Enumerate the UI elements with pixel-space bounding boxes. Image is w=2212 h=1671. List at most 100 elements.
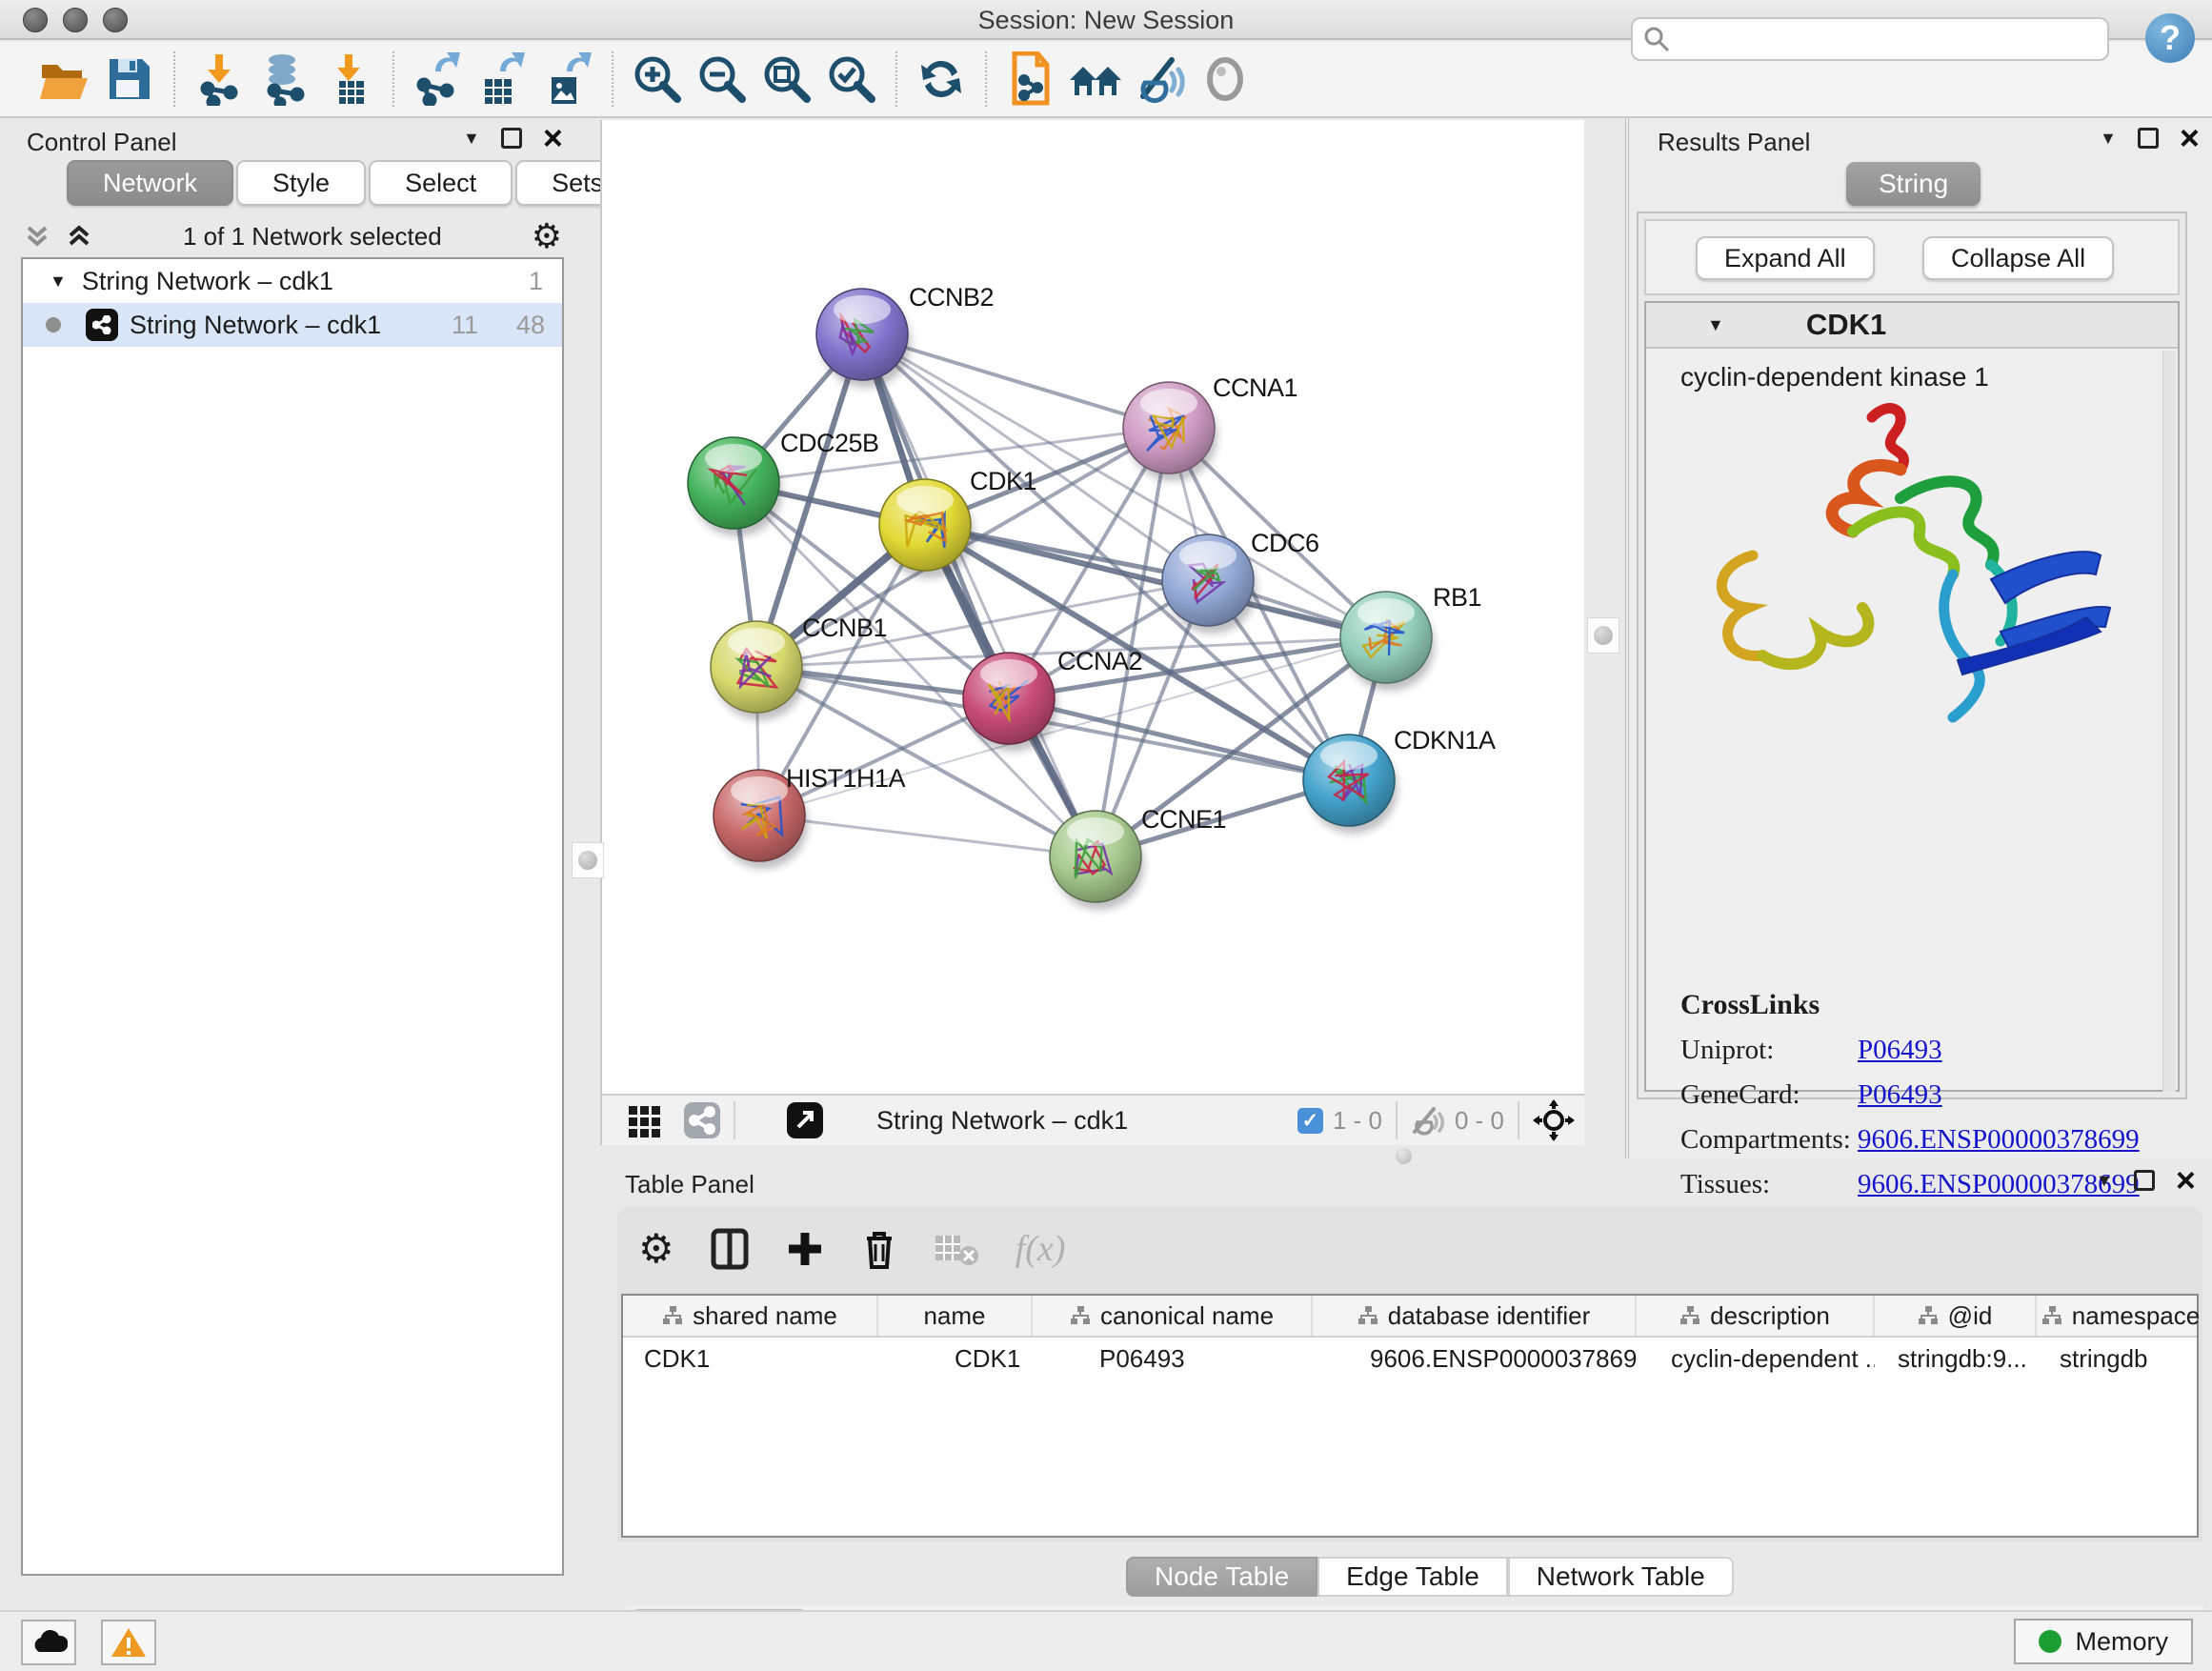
results-panel-close-icon[interactable]: × — [2180, 128, 2200, 149]
zoom-fit-icon[interactable] — [759, 51, 814, 107]
export-table-icon[interactable] — [475, 51, 531, 107]
open-session-icon[interactable] — [37, 51, 92, 107]
network-node-CDC25B[interactable] — [688, 437, 782, 536]
column-header[interactable]: shared name — [623, 1296, 878, 1336]
fit-crosshair-icon[interactable] — [1533, 1099, 1575, 1141]
zoom-in-icon[interactable] — [630, 51, 685, 107]
share-network-file-icon[interactable] — [1003, 51, 1058, 107]
import-network-icon[interactable] — [191, 51, 247, 107]
results-panel-float-icon[interactable] — [2138, 128, 2159, 149]
column-header[interactable]: @id — [1875, 1296, 2037, 1336]
expand-all-icon[interactable] — [65, 222, 93, 251]
collapse-all-button[interactable]: Collapse All — [1922, 236, 2114, 280]
control-panel-menu-icon[interactable]: ▼ — [463, 129, 480, 149]
import-database-icon[interactable] — [256, 51, 312, 107]
node-label-CCNA1: CCNA1 — [1213, 373, 1297, 402]
memory-button[interactable]: Memory — [2014, 1619, 2193, 1664]
eye-icon[interactable] — [1197, 51, 1253, 107]
refresh-icon[interactable] — [914, 51, 969, 107]
crosslink-label: Compartments: — [1680, 1124, 1858, 1156]
delete-icon[interactable] — [861, 1227, 897, 1271]
warning-icon[interactable] — [101, 1620, 156, 1665]
zoom-selected-icon[interactable] — [824, 51, 879, 107]
column-header[interactable]: name — [878, 1296, 1033, 1336]
columns-icon[interactable] — [711, 1228, 749, 1270]
export-view-icon[interactable] — [787, 1102, 823, 1138]
crosslink-compartments-link[interactable]: 9606.ENSP00000378699 — [1858, 1124, 2140, 1156]
search-box[interactable] — [1631, 17, 2109, 61]
gear-icon[interactable]: ⚙ — [638, 1229, 674, 1269]
control-panel-float-icon[interactable] — [501, 128, 522, 149]
save-session-icon[interactable] — [102, 51, 157, 107]
protein-collapse-icon[interactable]: ▼ — [1707, 315, 1724, 335]
crosslink-genecard-link[interactable]: P06493 — [1858, 1079, 1942, 1111]
protein-card: ▼ CDK1 cyclin-dependent kinase 1 — [1644, 301, 2180, 1092]
export-image-icon[interactable] — [540, 51, 595, 107]
table-panel-menu-icon[interactable]: ▼ — [2096, 1171, 2113, 1191]
tab-network-table[interactable]: Network Table — [1508, 1557, 1734, 1597]
network-collection-row[interactable]: ▼ String Network – cdk1 1 — [23, 259, 562, 303]
horizontal-splitter-handle[interactable] — [1396, 1148, 1412, 1164]
column-header[interactable]: description — [1637, 1296, 1875, 1336]
results-scrollbar[interactable] — [2162, 351, 2176, 1092]
network-node-CDK1[interactable] — [879, 479, 974, 578]
import-table-icon[interactable] — [321, 51, 376, 107]
collection-expand-icon[interactable]: ▼ — [50, 272, 67, 292]
table-panel-float-icon[interactable] — [2134, 1170, 2155, 1191]
network-node-CCNA2[interactable] — [963, 653, 1057, 752]
string-home-icon[interactable] — [1068, 51, 1123, 107]
help-icon[interactable]: ? — [2145, 13, 2195, 63]
tab-select[interactable]: Select — [369, 160, 513, 206]
memory-status-dot — [2039, 1630, 2061, 1653]
table-panel-close-icon[interactable]: × — [2176, 1170, 2196, 1191]
node-label-CCNB2: CCNB2 — [909, 283, 994, 312]
hidden-eye-icon[interactable] — [1411, 1105, 1445, 1136]
network-node-CCNB1[interactable] — [711, 621, 805, 720]
results-panel: Results Panel ▼ × String Expand All Coll… — [1625, 118, 2212, 1158]
control-panel-close-icon[interactable]: × — [543, 128, 563, 149]
network-canvas[interactable]: CCNB2CCNA1CDC25BCDK1CDC6RB1CCNB1CCNA2CDK… — [600, 120, 1584, 1094]
left-splitter-handle[interactable] — [572, 842, 604, 878]
tab-string[interactable]: String — [1846, 162, 1981, 206]
node-label-CDKN1A: CDKN1A — [1394, 726, 1496, 755]
network-node-CCNE1[interactable] — [1050, 811, 1144, 910]
table-row[interactable]: CDK1 CDK1 P06493 9606.ENSP00000378699 cy… — [623, 1338, 2197, 1379]
crosslinks-heading: CrossLinks — [1680, 989, 2140, 1021]
expand-all-button[interactable]: Expand All — [1696, 236, 1875, 280]
selected-counts: 1 - 0 — [1333, 1106, 1382, 1136]
add-column-icon[interactable] — [785, 1229, 825, 1269]
network-node-CDKN1A[interactable] — [1303, 735, 1398, 834]
export-network-icon[interactable] — [411, 51, 466, 107]
tab-edge-table[interactable]: Edge Table — [1317, 1557, 1508, 1597]
column-header[interactable]: database identifier — [1313, 1296, 1637, 1336]
tab-node-table[interactable]: Node Table — [1126, 1557, 1317, 1597]
network-options-gear-icon[interactable]: ⚙ — [532, 219, 562, 253]
network-edge-count: 48 — [478, 311, 545, 340]
cloud-icon[interactable] — [21, 1620, 76, 1665]
right-splitter-handle[interactable] — [1587, 617, 1619, 654]
tab-style[interactable]: Style — [236, 160, 366, 206]
column-header[interactable]: namespace — [2037, 1296, 2204, 1336]
selected-checkbox[interactable]: ✓ — [1297, 1108, 1323, 1134]
results-panel-menu-icon[interactable]: ▼ — [2100, 129, 2117, 149]
search-icon — [1642, 25, 1671, 53]
network-node-RB1[interactable] — [1340, 592, 1435, 691]
search-input[interactable] — [1671, 26, 2081, 52]
tab-network[interactable]: Network — [67, 160, 233, 206]
crosslink-uniprot-link[interactable]: P06493 — [1858, 1035, 1942, 1066]
network-node-CDC6[interactable] — [1162, 534, 1257, 634]
network-row[interactable]: String Network – cdk1 11 48 — [23, 303, 562, 347]
node-label-CCNE1: CCNE1 — [1141, 805, 1226, 834]
delete-table-icon[interactable] — [934, 1230, 979, 1268]
current-network-name: String Network – cdk1 — [876, 1106, 1128, 1136]
network-edge-CCNE1-HIST1H1A[interactable] — [759, 815, 1096, 856]
column-header[interactable]: canonical name — [1033, 1296, 1313, 1336]
collapse-all-icon[interactable] — [23, 222, 51, 251]
zoom-out-icon[interactable] — [694, 51, 750, 107]
grid-view-icon[interactable] — [627, 1102, 663, 1138]
share-view-icon[interactable] — [684, 1102, 720, 1138]
node-label-CDC6: CDC6 — [1251, 529, 1319, 557]
hide-panel-glasses-icon[interactable] — [1133, 51, 1188, 107]
protein-description: cyclin-dependent kinase 1 — [1646, 349, 2178, 393]
network-node-CCNA1[interactable] — [1123, 382, 1217, 481]
